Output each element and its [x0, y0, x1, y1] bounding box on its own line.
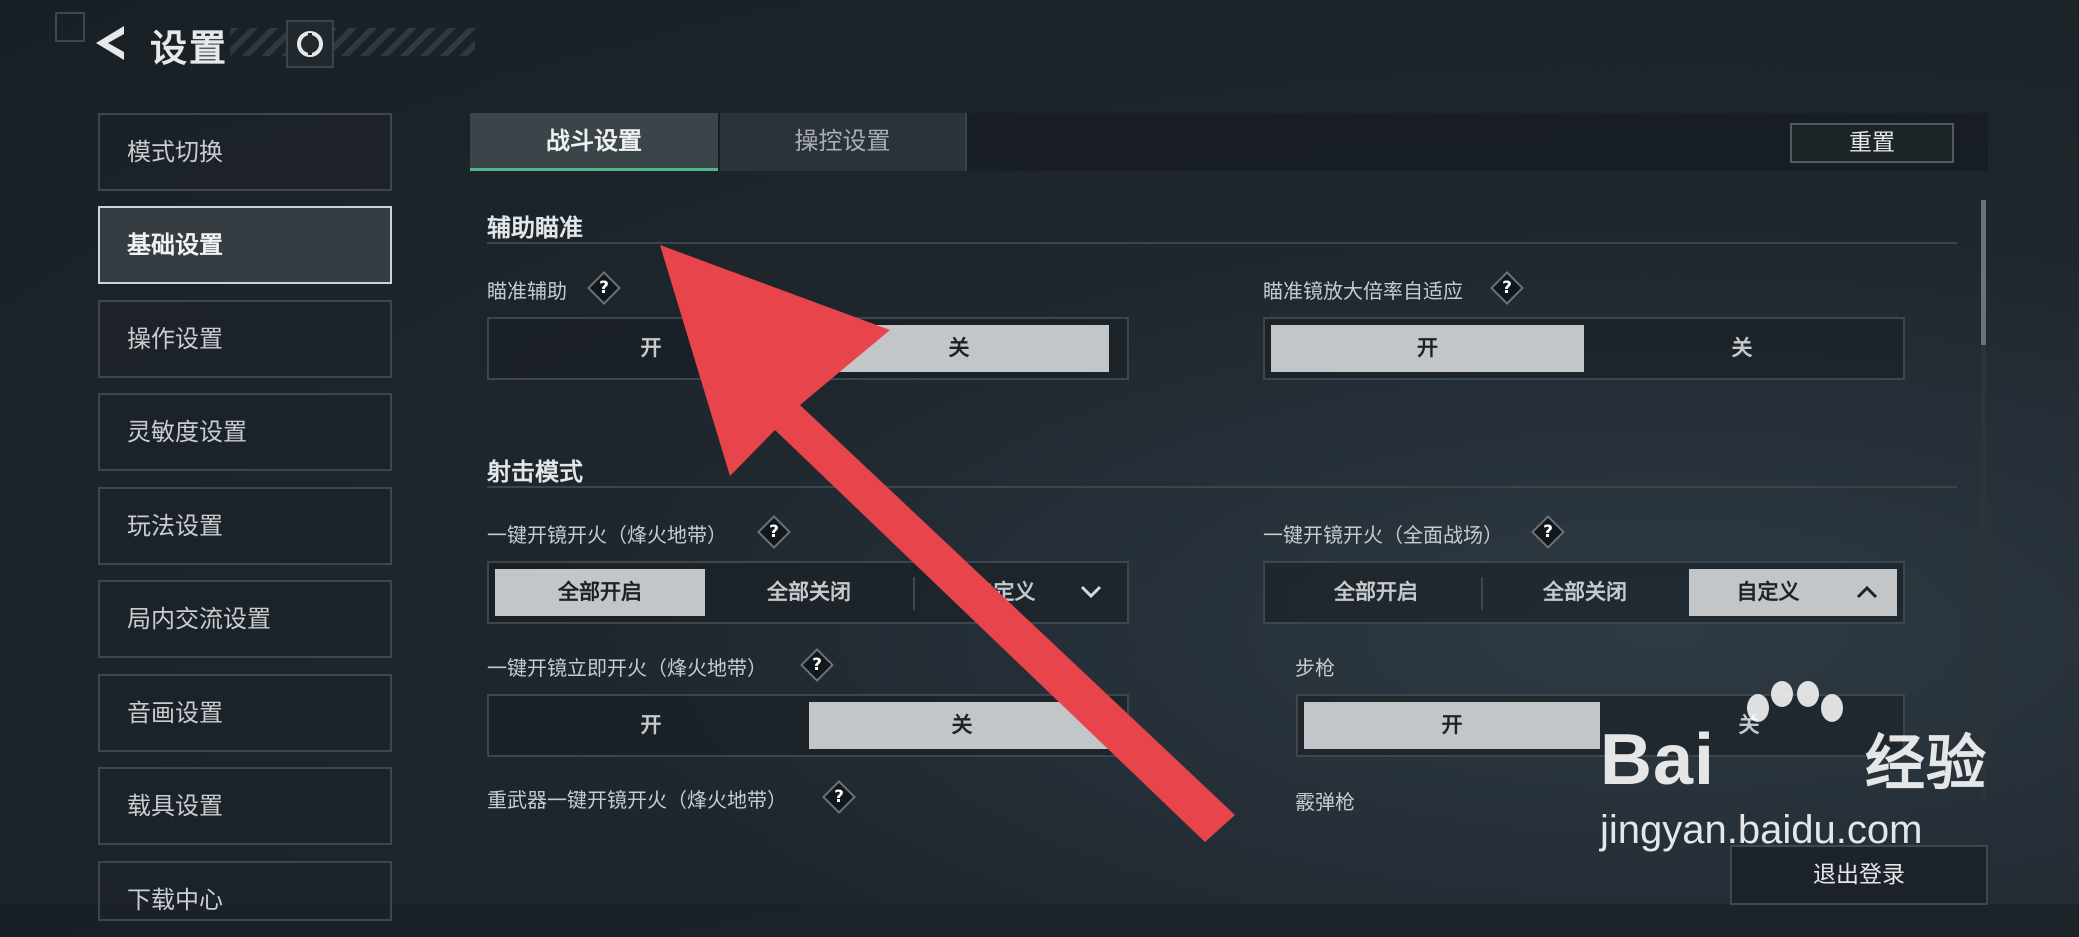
red-pointer-arrow-icon — [660, 245, 1235, 842]
